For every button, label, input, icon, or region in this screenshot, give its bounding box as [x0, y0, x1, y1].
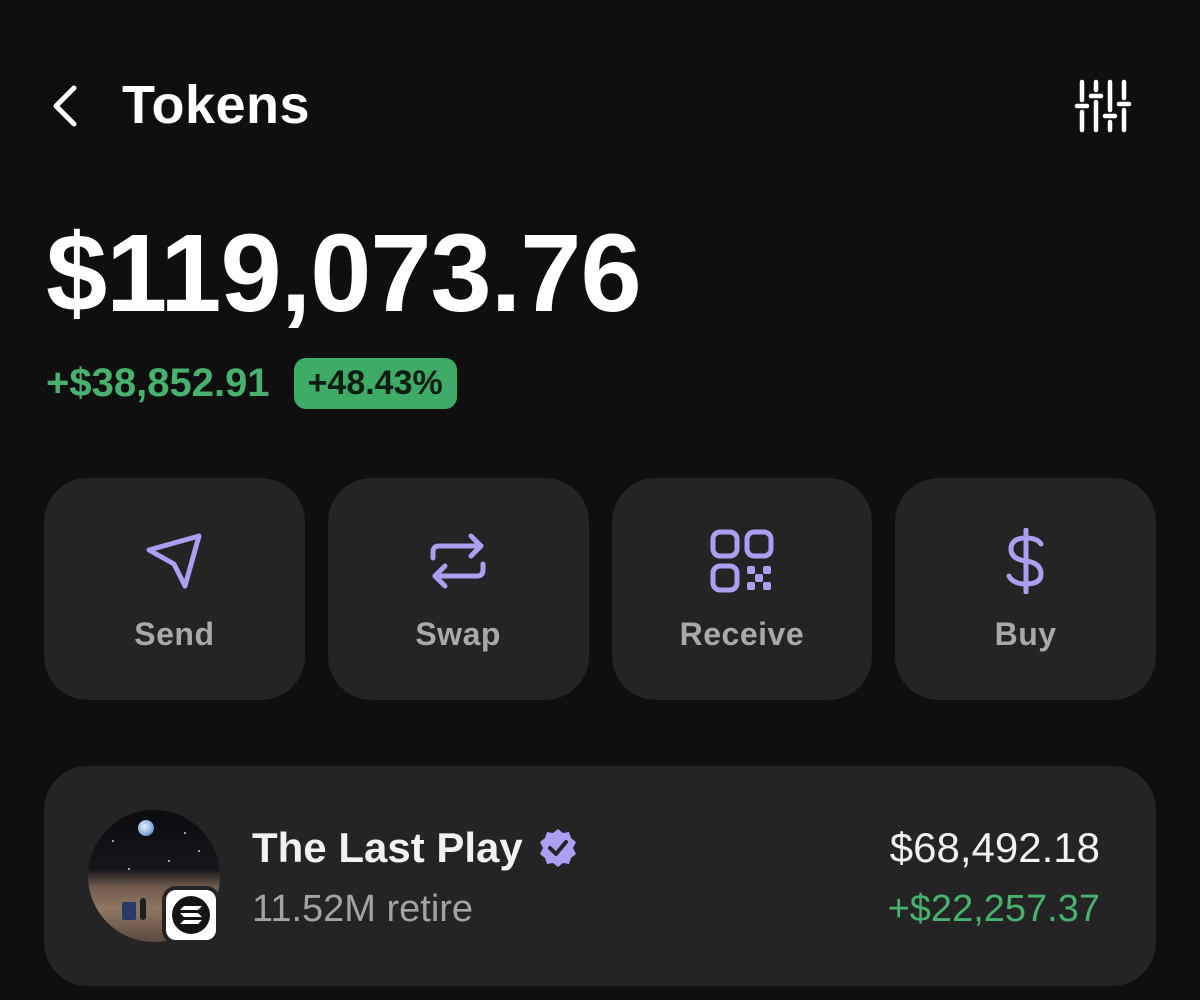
star-dot: [198, 850, 200, 852]
token-name-row: The Last Play: [252, 824, 579, 872]
page-title: Tokens: [122, 75, 311, 135]
token-change: +$22,257.37: [887, 888, 1100, 930]
send-icon: [141, 528, 207, 594]
qr-code-icon: [709, 528, 775, 594]
star-dot: [168, 860, 170, 862]
star-dot: [128, 868, 130, 870]
receive-button[interactable]: Receive: [611, 478, 873, 700]
balance-change-row: +$38,852.91 +48.43%: [46, 356, 457, 410]
header: Tokens: [0, 0, 1200, 210]
figure-graphic: [140, 898, 146, 920]
send-button[interactable]: Send: [44, 478, 305, 700]
send-label: Send: [134, 616, 215, 652]
token-value: $68,492.18: [889, 824, 1100, 871]
dollar-icon: [993, 528, 1059, 594]
chevron-left-icon: [53, 85, 77, 127]
swap-button[interactable]: Swap: [327, 478, 589, 700]
sliders-icon: [1074, 79, 1132, 133]
chair-graphic: [122, 902, 136, 920]
verified-badge-icon: [539, 829, 576, 867]
back-button[interactable]: [44, 78, 92, 134]
swap-icon: [425, 528, 491, 594]
swap-label: Swap: [415, 616, 501, 652]
token-row[interactable]: The Last Play 11.52M retire $68,492.18 +…: [44, 766, 1156, 986]
change-percent-badge: +48.43%: [293, 357, 457, 409]
star-dot: [184, 832, 186, 834]
token-amount: 11.52M retire: [252, 888, 474, 930]
change-amount: +$38,852.91: [46, 360, 270, 405]
total-balance: $119,073.76: [46, 212, 642, 335]
token-name: The Last Play: [252, 824, 523, 871]
filter-button[interactable]: [1072, 76, 1132, 136]
receive-label: Receive: [679, 616, 805, 652]
star-dot: [112, 840, 114, 842]
buy-label: Buy: [994, 616, 1057, 652]
action-buttons: Send Swap Receive Buy: [44, 478, 1156, 700]
earth-graphic: [138, 820, 154, 836]
buy-button[interactable]: Buy: [895, 478, 1156, 700]
solana-icon: [162, 886, 220, 944]
